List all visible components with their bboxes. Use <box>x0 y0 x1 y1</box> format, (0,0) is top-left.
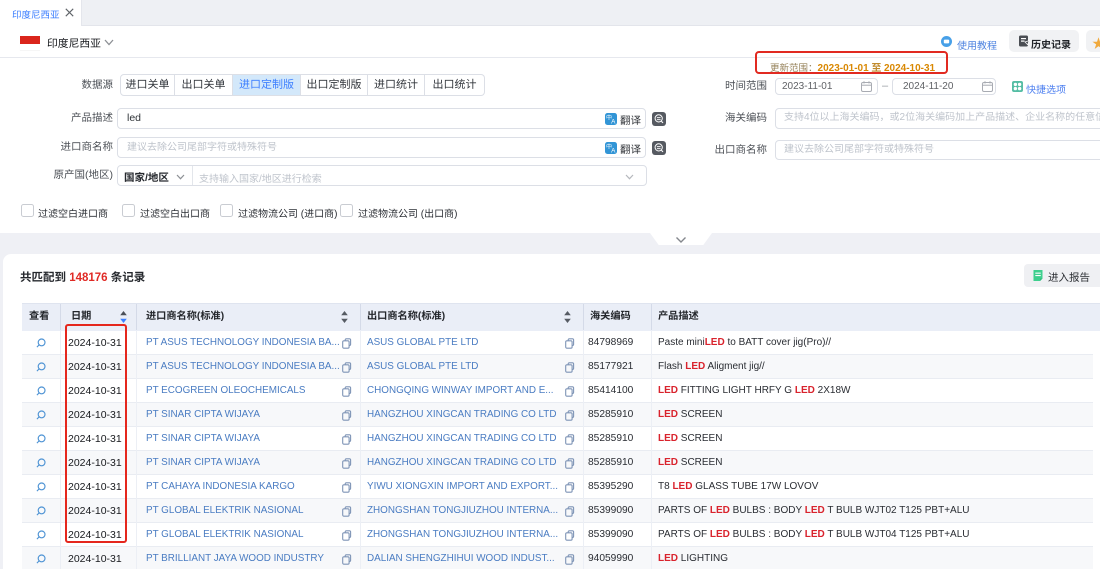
svg-text:A: A <box>611 118 616 125</box>
svg-text:A: A <box>611 147 616 154</box>
